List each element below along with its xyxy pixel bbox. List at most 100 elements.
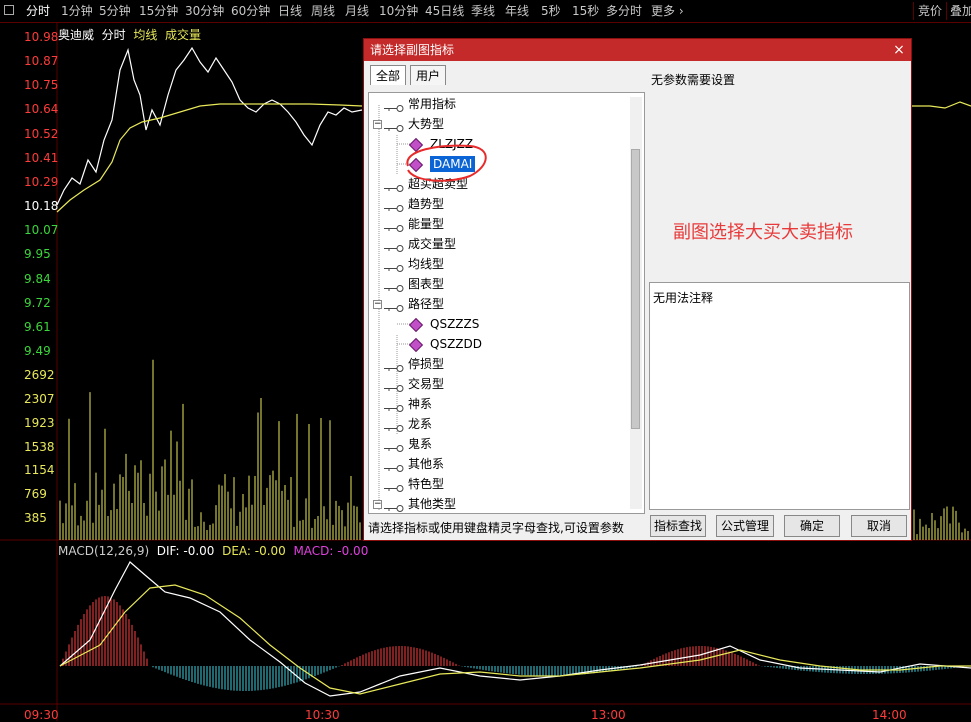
tree-group[interactable]: −趋势型 xyxy=(373,195,444,213)
cancel-button[interactable]: 取消 xyxy=(851,515,907,537)
ok-button[interactable]: 确定 xyxy=(784,515,840,537)
tree-group[interactable]: − 其他类型 xyxy=(373,495,456,513)
tree-group[interactable]: −能量型 xyxy=(373,215,444,233)
right-tab-1[interactable]: 叠加 xyxy=(950,3,971,19)
period-tab-14[interactable]: 15秒 xyxy=(572,3,599,19)
period-tab-1[interactable]: 1分钟 xyxy=(61,3,93,19)
tree-group[interactable]: −常用指标 xyxy=(373,95,456,113)
tree-leaf[interactable]: QSZZZS xyxy=(408,315,479,333)
period-tab-5[interactable]: 60分钟 xyxy=(231,3,270,19)
price-tick: 9.95 xyxy=(24,247,51,262)
tree-group[interactable]: −龙系 xyxy=(373,415,432,433)
period-tab-9[interactable]: 10分钟 xyxy=(379,3,418,19)
param-text: 无参数需要设置 xyxy=(651,73,736,87)
indicator-icon xyxy=(408,337,424,352)
key-icon xyxy=(384,220,404,232)
period-tab-8[interactable]: 月线 xyxy=(345,3,369,19)
tree-group[interactable]: − 路径型 xyxy=(373,295,444,313)
annotation-text: 副图选择大买大卖指标 xyxy=(673,222,853,243)
period-tab-11[interactable]: 季线 xyxy=(471,3,495,19)
annotation-circle xyxy=(406,144,487,182)
price-tick: 10.75 xyxy=(24,78,59,93)
tab-all[interactable]: 全部 xyxy=(370,65,407,85)
volume-tick: 1923 xyxy=(24,415,55,430)
period-tab-16[interactable]: 更多 › xyxy=(651,3,684,19)
time-tick: 09:30 xyxy=(24,708,59,722)
tree-group[interactable]: −交易型 xyxy=(373,375,444,393)
note-text: 无用法注释 xyxy=(653,291,714,305)
price-tick: 10.52 xyxy=(24,126,59,141)
key-icon xyxy=(384,440,404,452)
indicator-search-button[interactable]: 指标查找 xyxy=(650,515,706,537)
period-tab-0[interactable]: 分时 xyxy=(26,3,50,19)
dea-value: DEA: -0.00 xyxy=(222,544,286,558)
key-icon xyxy=(384,260,404,272)
time-tick: 10:30 xyxy=(305,708,340,722)
price-tick: 9.84 xyxy=(24,271,51,286)
price-tick: 10.07 xyxy=(24,223,59,238)
key-icon xyxy=(384,100,404,112)
tree-group[interactable]: − 大势型 xyxy=(373,115,444,133)
period-tab-12[interactable]: 年线 xyxy=(505,3,529,19)
tree-label: 其他类型 xyxy=(408,497,457,511)
tree-leaf[interactable]: QSZZDD xyxy=(408,335,482,353)
scrollbar-thumb[interactable] xyxy=(631,149,640,429)
volume-tick: 2307 xyxy=(24,391,55,406)
tree-group[interactable]: −其他系 xyxy=(373,455,444,473)
time-tick: 14:00 xyxy=(872,708,907,722)
period-tab-6[interactable]: 日线 xyxy=(278,3,302,19)
period-tab-13[interactable]: 5秒 xyxy=(541,3,561,19)
tree-scrollbar[interactable] xyxy=(630,97,642,509)
period-tab-10[interactable]: 45日线 xyxy=(425,3,464,19)
price-tick: 10.29 xyxy=(24,174,59,189)
tab-user[interactable]: 用户 xyxy=(410,65,447,85)
dialog-titlebar[interactable]: 请选择副图指标 × xyxy=(364,39,911,61)
menu-icon[interactable] xyxy=(4,5,14,15)
tree-label: 神系 xyxy=(408,397,433,411)
stock-name: 奥迪威 xyxy=(58,28,95,42)
collapse-icon[interactable]: − xyxy=(373,120,382,129)
price-tick: 10.87 xyxy=(24,54,59,69)
tree-label: 鬼系 xyxy=(408,437,433,451)
formula-manage-button[interactable]: 公式管理 xyxy=(716,515,774,537)
price-tick: 10.64 xyxy=(24,102,59,117)
tree-label: 趋势型 xyxy=(408,197,445,211)
volume-tick: 385 xyxy=(24,511,47,525)
tree-group[interactable]: −神系 xyxy=(373,395,432,413)
tree-group[interactable]: −特色型 xyxy=(373,475,444,493)
close-icon[interactable]: × xyxy=(891,39,907,61)
key-icon xyxy=(384,200,404,212)
volume-tick: 1538 xyxy=(24,439,55,454)
period-toolbar: 分时 1分钟 5分钟 15分钟 30分钟 60分钟 日线 周线 月线 10分钟 45日线 季线 年线 5秒… xyxy=(0,0,971,23)
period-tab-4[interactable]: 30分钟 xyxy=(185,3,224,19)
avg-line xyxy=(56,103,363,213)
period-tab-2[interactable]: 5分钟 xyxy=(99,3,131,19)
macd-legend: MACD(12,26,9) DIF: -0.00 DEA: -0.00 MACD… xyxy=(58,544,368,558)
key-icon xyxy=(384,420,404,432)
key-icon xyxy=(384,280,404,292)
tree-group[interactable]: −图表型 xyxy=(373,275,444,293)
period-tab-7[interactable]: 周线 xyxy=(311,3,335,19)
tree-group[interactable]: −成交量型 xyxy=(373,235,456,253)
key-icon xyxy=(384,460,404,472)
tree-group[interactable]: −鬼系 xyxy=(373,435,432,453)
price-tick: 9.61 xyxy=(24,319,51,334)
usage-note-panel: 无用法注释 xyxy=(649,282,910,510)
tree-group[interactable]: −停损型 xyxy=(373,355,444,373)
collapse-icon[interactable]: − xyxy=(373,500,382,509)
key-icon xyxy=(384,400,404,412)
period-tab-15[interactable]: 多分时 xyxy=(606,3,642,19)
time-tick: 13:00 xyxy=(591,708,626,722)
period-tab-3[interactable]: 15分钟 xyxy=(139,3,178,19)
tree-label: 能量型 xyxy=(408,217,445,231)
right-tab-0[interactable]: 竞价 xyxy=(918,3,942,19)
tree-group[interactable]: −均线型 xyxy=(373,255,444,273)
mode-label: 分时 xyxy=(101,28,126,42)
collapse-icon[interactable]: − xyxy=(373,300,382,309)
tree-label: 常用指标 xyxy=(408,97,457,111)
key-icon xyxy=(384,120,404,132)
price-tick: 10.18 xyxy=(24,199,59,214)
vol-label: 成交量 xyxy=(164,28,201,42)
tree-label: 成交量型 xyxy=(408,237,457,251)
key-icon xyxy=(384,240,404,252)
